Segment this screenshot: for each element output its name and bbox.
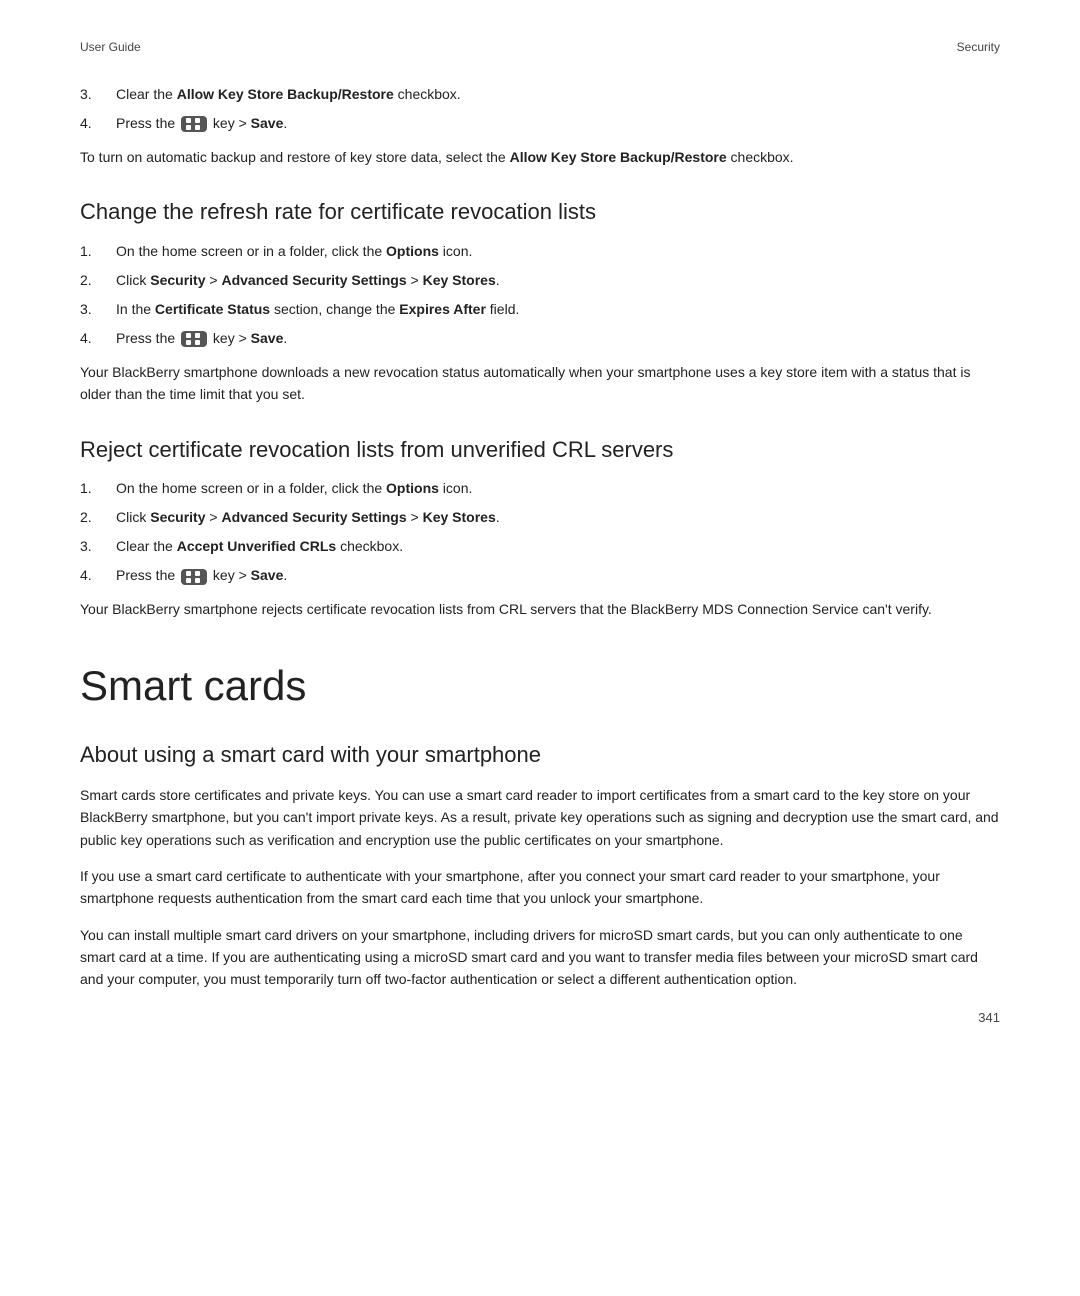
- step-number: 3.: [80, 84, 116, 105]
- page-footer: 341: [978, 1010, 1000, 1025]
- step-text: Press the key > Save.: [116, 565, 1000, 586]
- section2-heading: Reject certificate revocation lists from…: [80, 436, 1000, 465]
- step-number: 1.: [80, 478, 116, 499]
- step-text: Click Security > Advanced Security Setti…: [116, 270, 1000, 291]
- step-item: 4. Press the key > Save.: [80, 328, 1000, 349]
- step-item: 3. Clear the Allow Key Store Backup/Rest…: [80, 84, 1000, 105]
- header-right: Security: [957, 40, 1000, 54]
- key-dot: [186, 118, 191, 123]
- step-item: 3. In the Certificate Status section, ch…: [80, 299, 1000, 320]
- step-item: 4. Press the key > Save.: [80, 113, 1000, 134]
- step-text: Clear the Allow Key Store Backup/Restore…: [116, 84, 1000, 105]
- key-icon-grid: [186, 571, 202, 583]
- key-dot: [195, 340, 200, 345]
- section1-body: Your BlackBerry smartphone downloads a n…: [80, 361, 1000, 406]
- intro-steps: 3. Clear the Allow Key Store Backup/Rest…: [80, 84, 1000, 134]
- page-number: 341: [978, 1010, 1000, 1025]
- step-text: Clear the Accept Unverified CRLs checkbo…: [116, 536, 1000, 557]
- step-text: Press the key > Save.: [116, 113, 1000, 134]
- step-item: 1. On the home screen or in a folder, cl…: [80, 478, 1000, 499]
- key-dot: [195, 125, 200, 130]
- step-number: 4.: [80, 113, 116, 134]
- step-number: 4.: [80, 565, 116, 586]
- section2-body: Your BlackBerry smartphone rejects certi…: [80, 598, 1000, 620]
- key-dot: [186, 571, 191, 576]
- menu-key-icon: [181, 116, 207, 132]
- step-number: 2.: [80, 270, 116, 291]
- step-number: 3.: [80, 299, 116, 320]
- chapter-title: Smart cards: [80, 661, 1000, 711]
- intro-body-text: To turn on automatic backup and restore …: [80, 146, 1000, 168]
- key-dot: [186, 340, 191, 345]
- step-item: 1. On the home screen or in a folder, cl…: [80, 241, 1000, 262]
- step-item: 2. Click Security > Advanced Security Se…: [80, 270, 1000, 291]
- step-text: On the home screen or in a folder, click…: [116, 241, 1000, 262]
- menu-key-icon: [181, 331, 207, 347]
- key-dot: [186, 578, 191, 583]
- section3-para3: You can install multiple smart card driv…: [80, 924, 1000, 991]
- key-dot: [195, 118, 200, 123]
- step-number: 3.: [80, 536, 116, 557]
- step-item: 3. Clear the Accept Unverified CRLs chec…: [80, 536, 1000, 557]
- step-number: 1.: [80, 241, 116, 262]
- key-icon-grid: [186, 333, 202, 345]
- key-icon-grid: [186, 118, 202, 130]
- section1-steps: 1. On the home screen or in a folder, cl…: [80, 241, 1000, 349]
- step-text: On the home screen or in a folder, click…: [116, 478, 1000, 499]
- menu-key-icon: [181, 569, 207, 585]
- step-text: In the Certificate Status section, chang…: [116, 299, 1000, 320]
- section3-para1: Smart cards store certificates and priva…: [80, 784, 1000, 851]
- header-left: User Guide: [80, 40, 141, 54]
- section1-heading: Change the refresh rate for certificate …: [80, 198, 1000, 227]
- key-dot: [195, 333, 200, 338]
- key-dot: [186, 333, 191, 338]
- key-dot: [186, 125, 191, 130]
- step-item: 4. Press the key > Save.: [80, 565, 1000, 586]
- step-number: 2.: [80, 507, 116, 528]
- step-number: 4.: [80, 328, 116, 349]
- section2-steps: 1. On the home screen or in a folder, cl…: [80, 478, 1000, 586]
- section3-heading: About using a smart card with your smart…: [80, 741, 1000, 770]
- section3-para2: If you use a smart card certificate to a…: [80, 865, 1000, 910]
- key-dot: [195, 578, 200, 583]
- step-text: Press the key > Save.: [116, 328, 1000, 349]
- step-item: 2. Click Security > Advanced Security Se…: [80, 507, 1000, 528]
- step-text: Click Security > Advanced Security Setti…: [116, 507, 1000, 528]
- key-dot: [195, 571, 200, 576]
